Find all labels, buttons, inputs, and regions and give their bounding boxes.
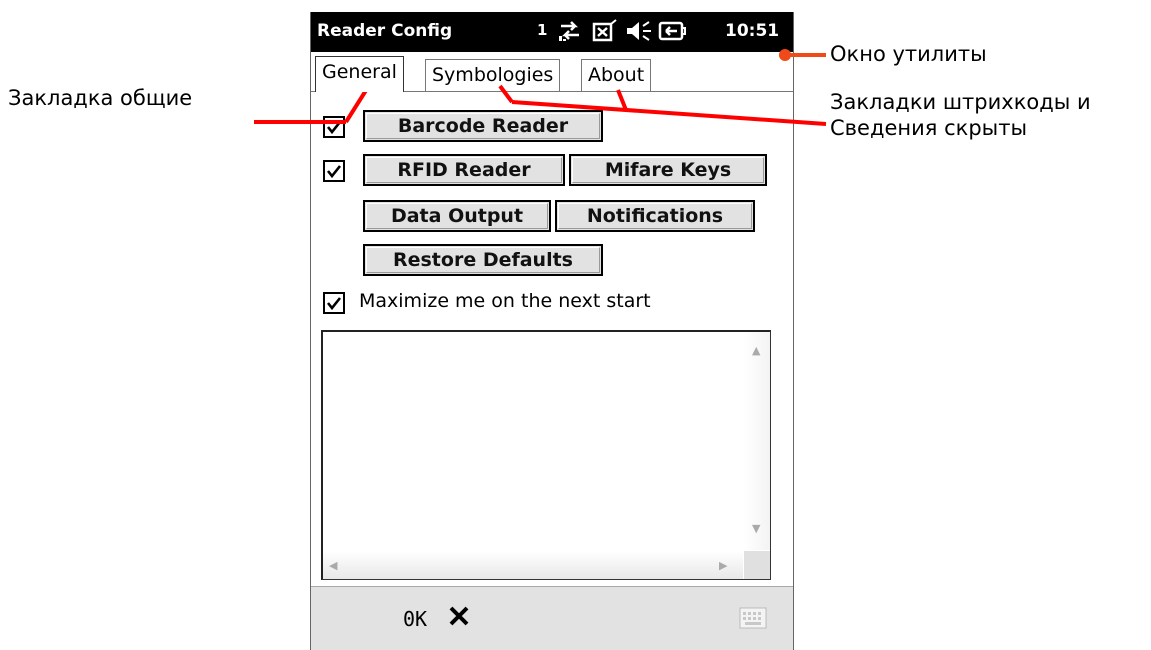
tab-general[interactable]: General: [315, 56, 404, 92]
pointer-line-symbologies: [498, 84, 514, 104]
pointer-line-hidden-tabs: [511, 100, 827, 126]
pointer-line-about: [616, 89, 628, 111]
annotation-pointers: [254, 49, 827, 126]
